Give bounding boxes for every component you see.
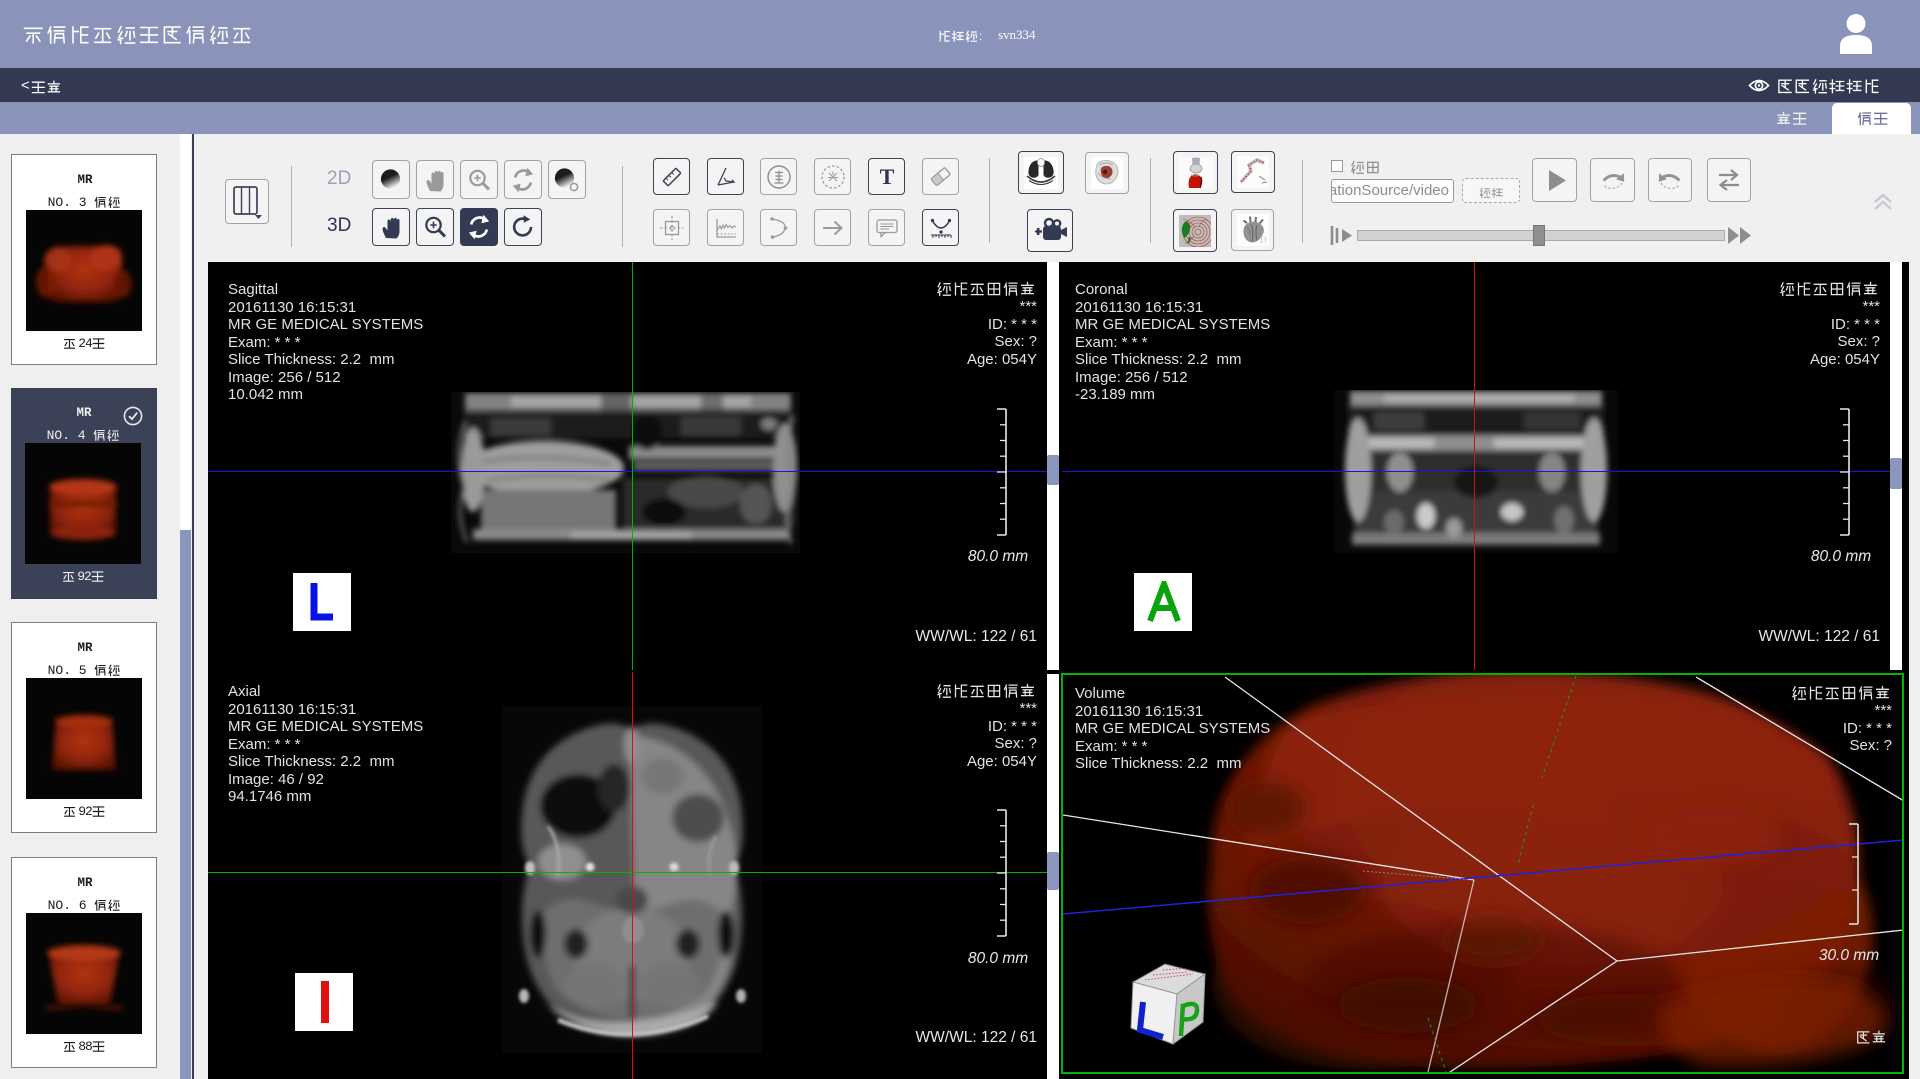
svg-text:D: D (1260, 235, 1267, 245)
svg-text:T: T (879, 164, 894, 189)
